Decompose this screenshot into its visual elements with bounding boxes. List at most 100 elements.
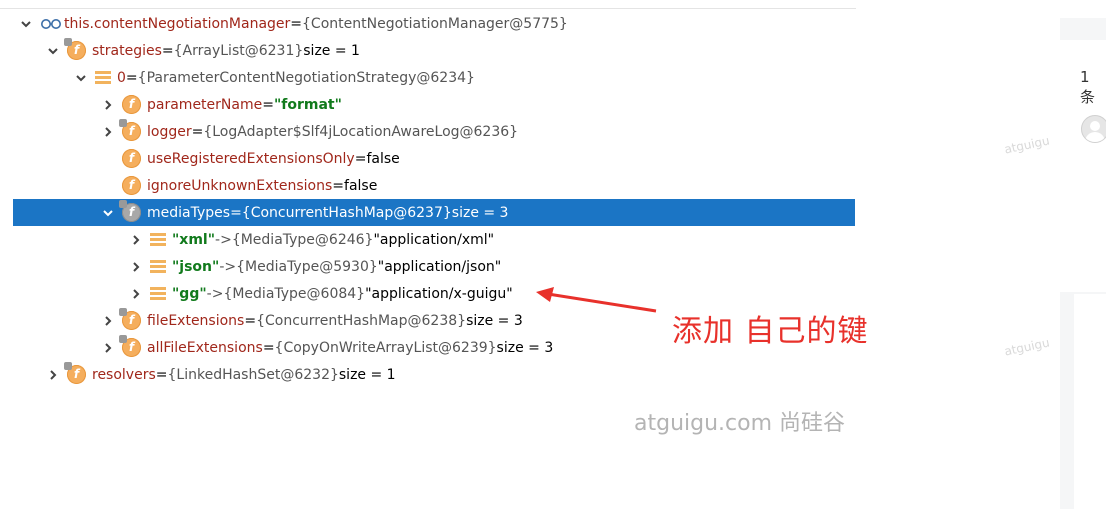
tree-row-content-negotiation-manager[interactable]: this.contentNegotiationManager = {Conten… bbox=[0, 10, 856, 37]
equals-sign: = bbox=[290, 15, 303, 32]
screenshot: this.contentNegotiationManager = {Conten… bbox=[0, 0, 1106, 509]
avatar-head bbox=[1090, 121, 1100, 131]
field-name: this.contentNegotiationManager bbox=[64, 15, 291, 32]
map-key: "xml" bbox=[172, 231, 216, 248]
chevron-down-icon[interactable] bbox=[100, 205, 116, 221]
watermark-text: atguigu bbox=[1003, 335, 1051, 359]
top-divider bbox=[0, 8, 856, 9]
map-value-text: "application/x-guigu" bbox=[365, 285, 513, 302]
field-icon: f bbox=[119, 119, 141, 141]
field-icon: f bbox=[122, 176, 141, 195]
field-size: size = 1 bbox=[338, 366, 396, 383]
comment-count: 1 条 bbox=[1080, 68, 1096, 106]
tree-row-resolvers[interactable]: f resolvers = {LinkedHashSet@6232} size … bbox=[0, 361, 856, 388]
chevron-right-icon[interactable] bbox=[45, 367, 61, 383]
watermark-text: atguigu bbox=[1003, 133, 1051, 157]
field-name: useRegisteredExtensionsOnly bbox=[147, 150, 355, 167]
lock-icon bbox=[64, 38, 72, 46]
field-icon: f bbox=[122, 95, 141, 114]
annotation-arrow-icon bbox=[536, 287, 657, 313]
chevron-right-icon[interactable] bbox=[100, 124, 116, 140]
chevron-down-icon[interactable] bbox=[18, 16, 34, 32]
equals-sign: = bbox=[262, 339, 275, 356]
chevron-right-icon[interactable] bbox=[100, 97, 116, 113]
field-ref: {ConcurrentHashMap@6238} bbox=[256, 312, 467, 329]
avatar-body bbox=[1085, 132, 1105, 142]
map-value-text: "application/json" bbox=[377, 258, 502, 275]
lock-icon bbox=[119, 200, 127, 208]
field-icon: f bbox=[119, 200, 141, 222]
field-ref: {ContentNegotiationManager@5775} bbox=[302, 15, 568, 32]
equals-sign: = bbox=[191, 123, 204, 140]
equals-sign: = bbox=[332, 177, 345, 194]
field-size: size = 3 bbox=[466, 312, 523, 329]
equals-sign: = bbox=[125, 69, 138, 86]
field-name: logger bbox=[147, 123, 192, 140]
lock-icon bbox=[119, 308, 127, 316]
tree-row-strategy-0[interactable]: 0 = {ParameterContentNegotiationStrategy… bbox=[0, 64, 856, 91]
field-ref: {CopyOnWriteArrayList@6239} bbox=[274, 339, 497, 356]
field-size: size = 3 bbox=[496, 339, 554, 356]
avatar[interactable] bbox=[1081, 115, 1106, 143]
chevron-right-icon[interactable] bbox=[128, 232, 144, 248]
side-card-bottom bbox=[1074, 294, 1106, 509]
field-icon: f bbox=[119, 335, 141, 357]
brand-watermark: atguigu.com 尚硅谷 bbox=[634, 411, 846, 436]
field-size: size = 1 bbox=[303, 42, 360, 59]
equals-sign: = bbox=[230, 204, 242, 221]
field-name: allFileExtensions bbox=[147, 339, 263, 356]
field-icon: f bbox=[64, 362, 86, 384]
chevron-down-icon[interactable] bbox=[45, 43, 61, 59]
chevron-right-icon[interactable] bbox=[128, 259, 144, 275]
watch-glasses-icon bbox=[40, 17, 62, 31]
map-arrow: -> bbox=[219, 258, 237, 275]
map-arrow: -> bbox=[215, 231, 232, 248]
chevron-right-icon[interactable] bbox=[100, 340, 116, 356]
field-ref: {MediaType@6084} bbox=[223, 285, 366, 302]
field-size: size = 3 bbox=[451, 204, 509, 221]
map-entry-icon bbox=[150, 286, 166, 301]
field-ref: {LogAdapter$Slf4jLocationAwareLog@6236} bbox=[203, 123, 519, 140]
field-ref: {MediaType@6246} bbox=[231, 231, 374, 248]
field-name: strategies bbox=[92, 42, 162, 59]
lock-icon bbox=[64, 362, 72, 370]
side-card-top bbox=[1060, 0, 1106, 18]
map-arrow: -> bbox=[206, 285, 224, 302]
tree-row-media-types[interactable]: f mediaTypes = {ConcurrentHashMap@6237} … bbox=[13, 199, 855, 226]
equals-sign: = bbox=[354, 150, 367, 167]
map-value-text: "application/xml" bbox=[373, 231, 495, 248]
equals-sign: = bbox=[262, 96, 274, 113]
map-entry-icon bbox=[150, 259, 166, 274]
field-name: 0 bbox=[117, 69, 126, 86]
equals-sign: = bbox=[161, 42, 174, 59]
field-ref: {LinkedHashSet@6232} bbox=[167, 366, 339, 383]
tree-row-parameter-name[interactable]: f parameterName = "format" bbox=[0, 91, 856, 118]
tree-row-map-entry-xml[interactable]: "xml" -> {MediaType@6246} "application/x… bbox=[0, 226, 856, 253]
tree-row-use-registered-extensions-only[interactable]: f useRegisteredExtensionsOnly = false bbox=[0, 145, 856, 172]
field-ref: {ArrayList@6231} bbox=[173, 42, 304, 59]
map-key: "gg" bbox=[172, 285, 207, 302]
equals-sign: = bbox=[155, 366, 168, 383]
tree-row-strategies[interactable]: f strategies = {ArrayList@6231} size = 1 bbox=[0, 37, 856, 64]
annotation-text: 添加 自己的键 bbox=[672, 314, 869, 349]
field-name: resolvers bbox=[92, 366, 156, 383]
map-entry-icon bbox=[150, 232, 166, 247]
tree-row-map-entry-gg[interactable]: "gg" -> {MediaType@6084} "application/x-… bbox=[0, 280, 856, 307]
tree-row-ignore-unknown-extensions[interactable]: f ignoreUnknownExtensions = false bbox=[0, 172, 856, 199]
chevron-right-icon[interactable] bbox=[128, 286, 144, 302]
tree-row-map-entry-json[interactable]: "json" -> {MediaType@5930} "application/… bbox=[0, 253, 856, 280]
field-value: false bbox=[344, 177, 378, 194]
field-ref: {ParameterContentNegotiationStrategy@623… bbox=[137, 69, 475, 86]
field-icon: f bbox=[119, 308, 141, 330]
field-ref: {MediaType@5930} bbox=[236, 258, 378, 275]
field-ref: {ConcurrentHashMap@6237} bbox=[241, 204, 452, 221]
field-name: ignoreUnknownExtensions bbox=[147, 177, 333, 194]
field-name: fileExtensions bbox=[147, 312, 245, 329]
field-string-value: "format" bbox=[273, 96, 342, 113]
chevron-right-icon[interactable] bbox=[100, 313, 116, 329]
field-icon: f bbox=[122, 149, 141, 168]
tree-row-logger[interactable]: f logger = {LogAdapter$Slf4jLocationAwar… bbox=[0, 118, 856, 145]
chevron-down-icon[interactable] bbox=[73, 70, 89, 86]
equals-sign: = bbox=[244, 312, 257, 329]
field-icon: f bbox=[64, 38, 86, 60]
